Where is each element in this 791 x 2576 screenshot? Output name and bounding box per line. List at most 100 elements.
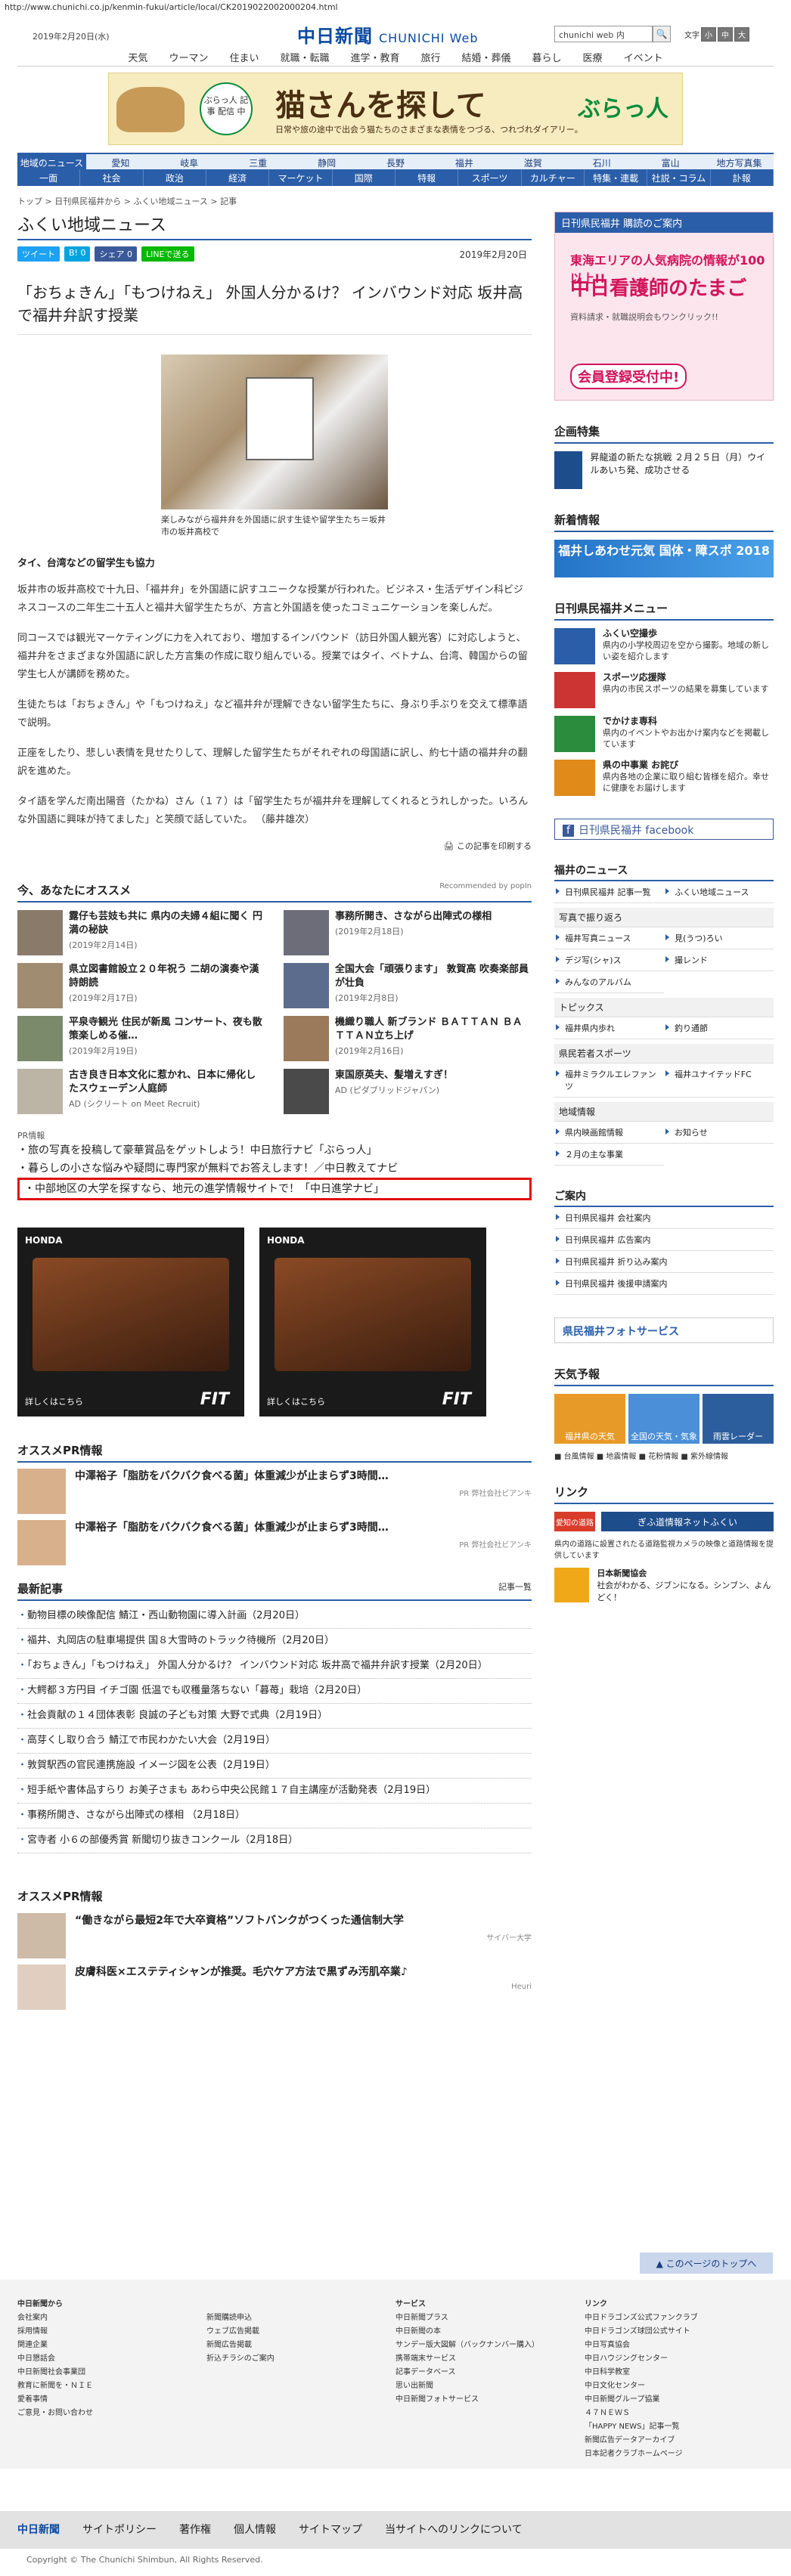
- pr-link[interactable]: ・暮らしの小さな悩みや疑問に専門家が無料でお答えします！／中日教えてナビ: [17, 1160, 532, 1178]
- search-input[interactable]: chunichi web 内: [554, 26, 653, 42]
- footer-link[interactable]: 中日懇話会: [17, 2355, 55, 2363]
- latest-row[interactable]: 敦賀駅西の官民連携施設 イメージ図を公表（2月19日）: [17, 1754, 532, 1779]
- footer-link[interactable]: 中日新聞グループ協業: [585, 2395, 659, 2404]
- news-link[interactable]: ふくい地域ニュース: [664, 881, 774, 903]
- recommend-item[interactable]: 露仔も芸妓も共に 県内の夫婦４組に聞く 円満の秘訣 (2019年2月14日): [17, 910, 265, 957]
- footer-link[interactable]: 携帯端末サービス: [395, 2355, 456, 2363]
- pr-link-highlighted[interactable]: ・中部地区の大学を探すなら、地元の進学情報サイトで！「中日進学ナビ」: [17, 1178, 532, 1200]
- photo-image[interactable]: [161, 355, 388, 509]
- promo-box[interactable]: 日刊県民福井 購読のご案内 東海エリアの人気病院の情報が100以上!! 中日看護…: [554, 212, 774, 401]
- bottom-link[interactable]: 当サイトへのリンクについて: [385, 2522, 523, 2537]
- footer-link[interactable]: ご意見・お問い合わせ: [17, 2409, 93, 2417]
- footer-link[interactable]: 中日文化センター: [585, 2382, 645, 2390]
- honda-ad[interactable]: HONDA 詳しくはこちら FIT: [259, 1228, 486, 1416]
- popin-credit[interactable]: Recommended by popIn: [439, 882, 532, 898]
- ad-more-link[interactable]: 詳しくはこちら: [267, 1395, 325, 1407]
- road-link-aichi[interactable]: 愛知の道路: [554, 1512, 595, 1531]
- footer-link[interactable]: 教育に新聞を・ＮＩＥ: [17, 2382, 93, 2390]
- recommend-item[interactable]: 県立図書館設立２０年祝う 二胡の演奏や漢詩朗読 (2019年2月17日): [17, 963, 265, 1010]
- category-tab[interactable]: 国際: [333, 169, 395, 186]
- menu-item[interactable]: ふくい空撮歩 県内の小学校周辺を空から撮影。地域の新しい姿を紹介します: [554, 628, 774, 664]
- weather-tile[interactable]: 福井県の天気: [554, 1394, 625, 1444]
- photo-link[interactable]: 見(うつ)ろい: [664, 927, 774, 949]
- pr-item[interactable]: “働きながら最短2年で大卒資格”ソフトバンクがつくった通信制大学 サイバー大学: [17, 1913, 532, 1958]
- latest-row[interactable]: 高芽くし取り合う 鯖江で市民わかたい大会（2月19日）: [17, 1729, 532, 1754]
- footer-link[interactable]: ウェブ広告掲載: [206, 2327, 259, 2336]
- region-tab[interactable]: 富山: [636, 154, 705, 169]
- latest-row[interactable]: 宮寺者 小６の部優秀賞 新聞切り抜きコンクール（2月18日）: [17, 1828, 532, 1853]
- nav-item[interactable]: 暮らし: [522, 47, 572, 66]
- pr-link[interactable]: ・旅の写真を投稿して豪華賞品をゲットしよう！中日旅行ナビ「ぶらっ人」: [17, 1141, 532, 1160]
- footer-link[interactable]: 関連企業: [17, 2341, 48, 2349]
- footer-link[interactable]: 中日新聞フォトサービス: [395, 2395, 479, 2404]
- footer-link[interactable]: 新聞広告データアーカイブ: [585, 2436, 675, 2444]
- annai-link[interactable]: 日刊県民福井 折り込み案内: [554, 1251, 774, 1273]
- pr-item[interactable]: 中澤裕子「脂肪をバクバク食べる菌」体重減少が止まらず3時間… PR 弊社会社ビアン…: [17, 1520, 532, 1565]
- road-link-fukui[interactable]: ぎふ道情報ネットふくい: [601, 1512, 774, 1531]
- region-tab[interactable]: 石川: [567, 154, 636, 169]
- font-large-button[interactable]: 大: [734, 27, 749, 42]
- footer-link[interactable]: サンデー版大図解（バックナンバー購入）: [395, 2341, 539, 2349]
- region-tab[interactable]: 地方写真集: [705, 154, 774, 169]
- latest-row[interactable]: 社会貢献の１４団体表彰 良誠の子ども対策 大野で式典（2月19日）: [17, 1704, 532, 1729]
- nav-item[interactable]: 天気: [117, 47, 158, 66]
- site-logo[interactable]: 中日新聞 CHUNICHI Web: [297, 21, 479, 48]
- weather-tile[interactable]: 全国の天気・気象: [628, 1394, 699, 1444]
- footer-link[interactable]: 中日写真協会: [585, 2341, 630, 2349]
- font-small-button[interactable]: 小: [701, 27, 716, 42]
- annai-link[interactable]: 日刊県民福井 会社案内: [554, 1207, 774, 1229]
- kikaku-item[interactable]: 昇龍道の新たな挑戦 ２月２５日（月）ウイルあいち発、成功させる: [554, 451, 774, 489]
- nav-item[interactable]: 住まい: [219, 47, 269, 66]
- topics-link[interactable]: 釣り通節: [664, 1017, 774, 1039]
- latest-more-link[interactable]: 記事一覧: [498, 1581, 532, 1593]
- url-bar[interactable]: http://www.chunichi.co.jp/kenmin-fukui/a…: [0, 0, 791, 15]
- photo-link[interactable]: デジ写(シャ)ス: [554, 949, 664, 971]
- latest-row[interactable]: 大鰐都３方円目 イチゴ園 低温でも収穫量落ちない「暮苺」栽培（2月20日）: [17, 1679, 532, 1704]
- category-tab[interactable]: 社会: [80, 169, 144, 186]
- annai-link[interactable]: 日刊県民福井 後援申請案内: [554, 1273, 774, 1295]
- footer-link[interactable]: 中日新聞社会事業団: [17, 2368, 85, 2376]
- category-tab[interactable]: 社説・コラム: [647, 169, 711, 186]
- photo-link[interactable]: 福井写真ニュース: [554, 927, 664, 949]
- nav-item[interactable]: 旅行: [411, 47, 451, 66]
- nav-item[interactable]: 結婚・葬儀: [451, 47, 522, 66]
- weather-tile[interactable]: 雨雲レーダー: [703, 1394, 774, 1444]
- category-tab[interactable]: スポーツ: [458, 169, 522, 186]
- footer-link[interactable]: 中日ドラゴンズ球団公式サイト: [585, 2327, 690, 2336]
- bottom-link[interactable]: サイトマップ: [299, 2522, 362, 2537]
- region-tab[interactable]: 長野: [361, 154, 430, 169]
- breadcrumb[interactable]: トップ > 日刊県民福井から > ふくい地域ニュース > 記事: [17, 195, 774, 207]
- font-mid-button[interactable]: 中: [718, 27, 733, 42]
- menu-item[interactable]: 県の中事業 お詫び 県内各地の企業に取り組む皆様を紹介。幸せに健康をお届けします: [554, 760, 774, 796]
- category-tab[interactable]: 特報: [395, 169, 459, 186]
- annai-link[interactable]: 日刊県民福井 広告案内: [554, 1229, 774, 1251]
- local-link[interactable]: お知らせ: [664, 1122, 774, 1144]
- facebook-share-button[interactable]: シェア 0: [95, 246, 137, 262]
- latest-row[interactable]: 福井、丸岡店の駐車場提供 国８大雪時のトラック待機所（2月20日）: [17, 1629, 532, 1654]
- photo-link[interactable]: みんなのアルバム: [554, 971, 664, 993]
- footer-link[interactable]: 折込チラシのご案内: [206, 2355, 275, 2363]
- region-tab[interactable]: 岐阜: [155, 154, 224, 169]
- footer-link[interactable]: 中日新聞の本: [395, 2327, 441, 2336]
- top-banner-ad[interactable]: ぶらっ人 記事 配信 中 猫さんを探して 日常や旅の途中で出会う猫たちのさまざま…: [108, 73, 683, 145]
- region-tab[interactable]: 滋賀: [498, 154, 567, 169]
- pr-item[interactable]: 皮膚科医×エステティシャンが推奨。毛穴ケア方法で黒ずみ汚肌卒業♪ Heuri: [17, 1965, 532, 2010]
- bottom-link[interactable]: 個人情報: [234, 2522, 276, 2537]
- bottom-link[interactable]: 著作権: [179, 2522, 211, 2537]
- footer-link[interactable]: 思い出新聞: [395, 2382, 433, 2390]
- recommend-item[interactable]: 古き良き日本文化に惹かれ、日本に帰化したスウェーデン人庭師 AD (シクリート o…: [17, 1069, 265, 1116]
- line-button[interactable]: LINEで送る: [141, 246, 194, 262]
- recommend-item[interactable]: 機織り職人 新ブランド ＢＡＴＴＡＮ ＢＡＴＴＡＮ立ち上げ (2019年2月16日…: [284, 1016, 532, 1063]
- footer-link[interactable]: 「HAPPY NEWS」記事一覧: [585, 2423, 680, 2431]
- facebook-link[interactable]: f 日刊県民福井 facebook: [554, 819, 774, 840]
- footer-link[interactable]: 中日科学教室: [585, 2368, 630, 2376]
- nav-item[interactable]: イベント: [613, 47, 674, 66]
- footer-link[interactable]: 会社案内: [17, 2314, 48, 2322]
- latest-row[interactable]: 動物目標の映像配信 鯖江・西山動物園に導入計画（2月20日）: [17, 1604, 532, 1629]
- category-tab[interactable]: 特集・連載: [585, 169, 648, 186]
- hatena-button[interactable]: B! 0: [64, 246, 91, 262]
- footer-link[interactable]: 中日ハウジングセンター: [585, 2355, 668, 2363]
- news-link[interactable]: 日刊県民福井 記事一覧: [554, 881, 664, 903]
- footer-link[interactable]: 日本記者クラブホームページ: [585, 2450, 683, 2458]
- latest-row[interactable]: 「おちょきん」「もつけねえ」 外国人分かるけ？ インバウンド対応 坂井高で福井弁…: [17, 1654, 532, 1679]
